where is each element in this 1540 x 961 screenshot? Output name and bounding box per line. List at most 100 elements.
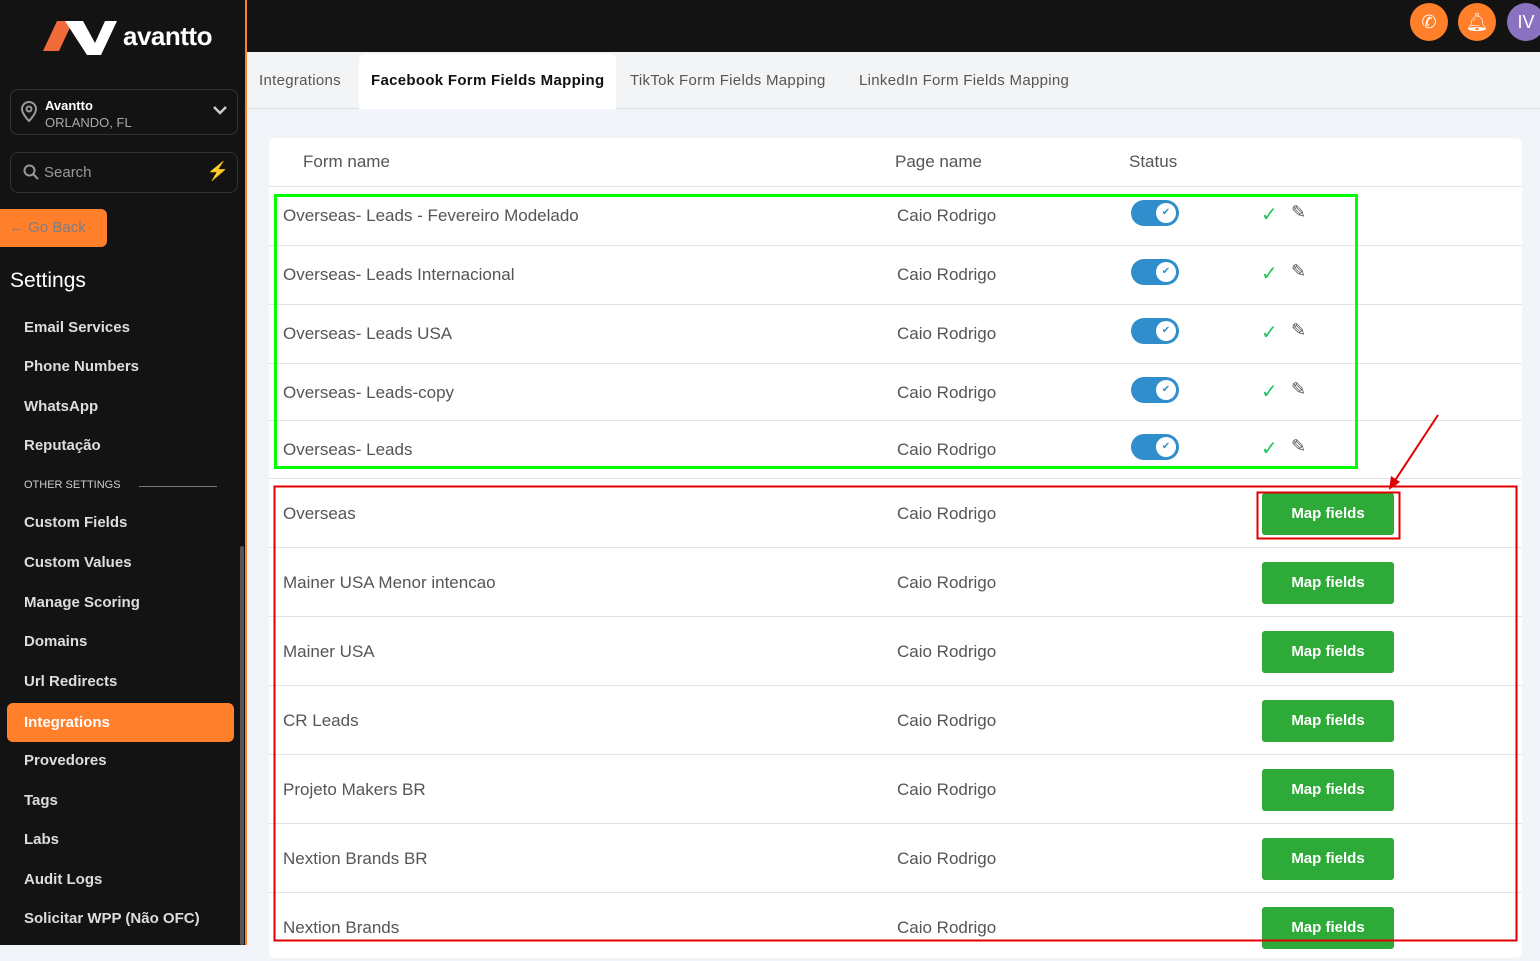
page-name: Caio Rodrigo	[897, 440, 997, 459]
nav-reputacao[interactable]: Reputação	[24, 437, 101, 454]
settings-title: Settings	[10, 269, 86, 292]
nav-tags[interactable]: Tags	[24, 792, 58, 809]
form-name: Overseas- Leads-copy	[283, 383, 455, 402]
other-settings-label: OTHER SETTINGS	[24, 479, 121, 491]
status-toggle[interactable]	[1131, 318, 1179, 344]
map-fields-button[interactable]: Map fields	[1262, 700, 1394, 742]
edit-icon[interactable]: ✎	[1291, 320, 1306, 341]
form-name: Overseas- Leads	[283, 440, 413, 459]
check-icon: ✓	[1261, 438, 1278, 460]
edit-icon[interactable]: ✎	[1291, 436, 1306, 457]
status-toggle[interactable]	[1131, 377, 1179, 403]
page-name: Caio Rodrigo	[897, 573, 997, 592]
nav-labs[interactable]: Labs	[24, 831, 59, 848]
status-toggle[interactable]	[1131, 259, 1179, 285]
location-switcher[interactable]: Avantto ORLANDO, FL	[10, 89, 238, 135]
map-fields-button[interactable]: Map fields	[1262, 631, 1394, 673]
form-name: Nextion Brands	[283, 918, 400, 937]
nav-solicitar-wpp[interactable]: Solicitar WPP (Não OFC)	[24, 910, 200, 927]
table-row: CR Leads Caio Rodrigo Map fields	[269, 685, 1522, 754]
brand-name: avantto	[123, 20, 212, 51]
page-name: Caio Rodrigo	[897, 324, 997, 343]
table-row: Nextion Brands BR Caio Rodrigo Map field…	[269, 823, 1522, 892]
table-row: Nextion Brands Caio Rodrigo Map fields	[269, 892, 1522, 961]
search-input[interactable]: Search ⚡	[10, 152, 238, 193]
table-row: Overseas- Leads Internacional Caio Rodri…	[269, 245, 1522, 304]
page-name: Caio Rodrigo	[897, 504, 997, 523]
nav-url-redirects[interactable]: Url Redirects	[24, 673, 117, 690]
table-row: Overseas Caio Rodrigo Map fields	[269, 478, 1522, 547]
check-icon: ✓	[1261, 322, 1278, 344]
tab-bar: Integrations Facebook Form Fields Mappin…	[247, 52, 1540, 109]
bell-icon[interactable]: 🔔︎	[1458, 3, 1496, 41]
form-name: Mainer USA Menor intencao	[283, 573, 496, 592]
table-row: Overseas- Leads Caio Rodrigo ✓ ✎	[269, 420, 1522, 479]
nav-custom-values[interactable]: Custom Values	[24, 554, 132, 571]
nav-custom-fields[interactable]: Custom Fields	[24, 514, 127, 531]
table-row: Overseas- Leads - Fevereiro Modelado Cai…	[269, 186, 1522, 245]
table-row: Overseas- Leads-copy Caio Rodrigo ✓ ✎	[269, 363, 1522, 422]
edit-icon[interactable]: ✎	[1291, 261, 1306, 282]
logo[interactable]: avantto	[43, 17, 212, 55]
forms-table: Form name Page name Status Overseas- Lea…	[269, 138, 1522, 958]
check-icon: ✓	[1261, 204, 1278, 226]
tab-facebook-mapping[interactable]: Facebook Form Fields Mapping	[359, 54, 617, 109]
page-name: Caio Rodrigo	[897, 849, 997, 868]
search-icon	[23, 164, 39, 180]
avantto-logo-icon	[43, 21, 117, 55]
table-row: Overseas- Leads USA Caio Rodrigo ✓ ✎	[269, 304, 1522, 363]
tab-integrations[interactable]: Integrations	[259, 52, 341, 109]
avatar[interactable]: IV	[1507, 3, 1540, 41]
form-name: Overseas	[283, 504, 356, 523]
header-status: Status	[1129, 152, 1178, 171]
status-toggle[interactable]	[1131, 200, 1179, 226]
tab-linkedin-mapping[interactable]: LinkedIn Form Fields Mapping	[859, 52, 1069, 109]
nav-audit-logs[interactable]: Audit Logs	[24, 871, 102, 888]
nav-integrations[interactable]: Integrations	[7, 703, 234, 742]
tab-tiktok-mapping[interactable]: TikTok Form Fields Mapping	[630, 52, 826, 109]
nav-email-services[interactable]: Email Services	[24, 319, 130, 336]
page-name: Caio Rodrigo	[897, 711, 997, 730]
search-placeholder: Search	[44, 164, 92, 181]
form-name: Mainer USA	[283, 642, 375, 661]
phone-icon[interactable]: ✆	[1410, 3, 1448, 41]
table-row: Projeto Makers BR Caio Rodrigo Map field…	[269, 754, 1522, 823]
page-name: Caio Rodrigo	[897, 780, 997, 799]
map-fields-button[interactable]: Map fields	[1262, 493, 1394, 535]
nav-manage-scoring[interactable]: Manage Scoring	[24, 594, 140, 611]
page-name: Caio Rodrigo	[897, 383, 997, 402]
go-back-button[interactable]: ← Go Back	[0, 209, 107, 247]
map-fields-button[interactable]: Map fields	[1262, 838, 1394, 880]
map-pin-icon	[20, 101, 38, 123]
form-name: Overseas- Leads Internacional	[283, 265, 515, 284]
check-icon: ✓	[1261, 381, 1278, 403]
map-fields-button[interactable]: Map fields	[1262, 562, 1394, 604]
nav-phone-numbers[interactable]: Phone Numbers	[24, 358, 139, 375]
location-city: ORLANDO, FL	[45, 115, 132, 130]
page-name: Caio Rodrigo	[897, 918, 997, 937]
divider	[139, 486, 217, 487]
edit-icon[interactable]: ✎	[1291, 202, 1306, 223]
edit-icon[interactable]: ✎	[1291, 379, 1306, 400]
form-name: Overseas- Leads - Fevereiro Modelado	[283, 206, 579, 225]
status-toggle[interactable]	[1131, 434, 1179, 460]
form-name: CR Leads	[283, 711, 359, 730]
chevron-down-icon	[213, 106, 227, 115]
topbar: ✆ 🔔︎ IV	[247, 0, 1540, 52]
header-form-name: Form name	[303, 152, 390, 171]
table-row: Mainer USA Caio Rodrigo Map fields	[269, 616, 1522, 685]
form-name: Nextion Brands BR	[283, 849, 428, 868]
sidebar-scrollbar[interactable]	[240, 546, 244, 945]
quick-actions-icon[interactable]: ⚡	[207, 161, 229, 182]
nav-whatsapp[interactable]: WhatsApp	[24, 398, 98, 415]
check-icon: ✓	[1261, 263, 1278, 285]
page-name: Caio Rodrigo	[897, 206, 997, 225]
nav-domains[interactable]: Domains	[24, 633, 87, 650]
page-name: Caio Rodrigo	[897, 265, 997, 284]
location-name: Avantto	[45, 98, 93, 113]
map-fields-button[interactable]: Map fields	[1262, 907, 1394, 949]
form-name: Projeto Makers BR	[283, 780, 426, 799]
map-fields-button[interactable]: Map fields	[1262, 769, 1394, 811]
header-page-name: Page name	[895, 152, 982, 171]
nav-provedores[interactable]: Provedores	[24, 752, 107, 769]
